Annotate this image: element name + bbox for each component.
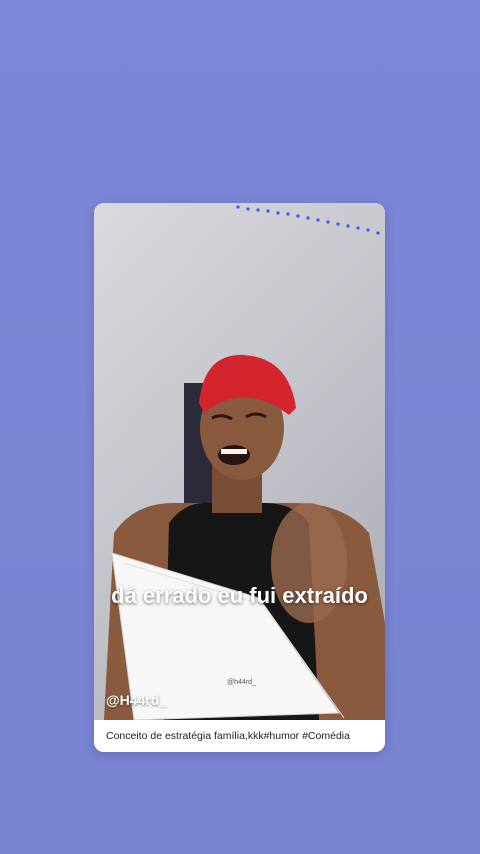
video-frame[interactable]: dá errado eu fui extraído @h44rd_ @H44rd…: [94, 203, 385, 720]
video-caption-overlay: dá errado eu fui extraído: [111, 583, 368, 608]
post-description: Conceito de estratégia família,kkk#humor…: [94, 720, 385, 752]
paper-watermark: @h44rd_: [227, 679, 256, 686]
person-figure: [104, 354, 385, 720]
app-screen: dá errado eu fui extraído @h44rd_ @H44rd…: [0, 0, 480, 854]
video-post-card[interactable]: dá errado eu fui extraído @h44rd_ @H44rd…: [94, 203, 385, 752]
creator-handle[interactable]: @H44rd_: [106, 692, 167, 708]
